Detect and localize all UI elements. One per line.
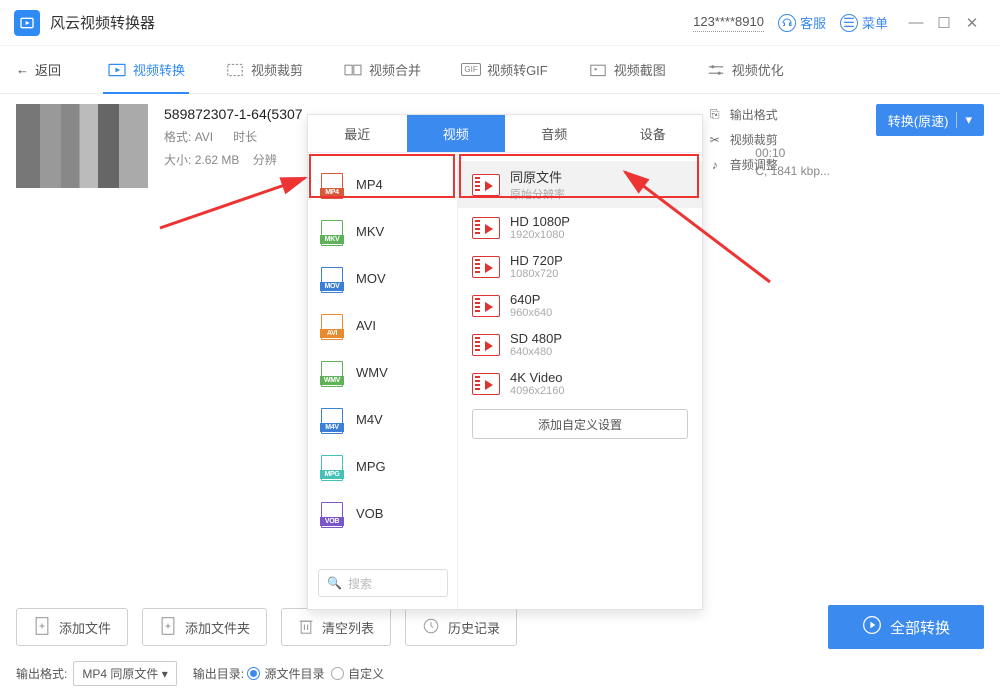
support-link[interactable]: 客服 <box>778 13 826 32</box>
app-title: 风云视频转换器 <box>50 12 155 33</box>
radio-custom-dir[interactable] <box>331 667 344 680</box>
video-file-icon <box>472 334 500 356</box>
format-item-mkv[interactable]: MKVMKV <box>308 208 457 255</box>
menu-link[interactable]: ☰ 菜单 <box>840 13 888 32</box>
play-circle-icon <box>862 615 882 639</box>
chevron-down-icon: ▾ <box>162 667 168 681</box>
video-file-icon <box>472 295 500 317</box>
output-format-link[interactable]: ⎘输出格式 <box>706 106 866 123</box>
format-list: MP4MP4MKVMKVMOVMOVAVIAVIWMVWMVM4VM4VMPGM… <box>308 153 458 609</box>
tab-gif[interactable]: GIF视频转GIF <box>461 46 548 94</box>
popup-tab-device[interactable]: 设备 <box>604 115 703 152</box>
popup-tab-audio[interactable]: 音频 <box>505 115 604 152</box>
tab-merge[interactable]: 视频合并 <box>343 46 421 94</box>
popup-tab-recent[interactable]: 最近 <box>308 115 407 152</box>
maximize-button[interactable]: ☐ <box>930 9 958 37</box>
resolution-item-1[interactable]: HD 1080P1920x1080 <box>458 208 702 247</box>
add-folder-button[interactable]: 添加文件夹 <box>142 608 267 646</box>
file-plus-icon <box>33 616 51 639</box>
file-extra-info: 00:10 C, 1841 kbp... <box>755 146 830 182</box>
file-meta: 589872307-1-64(5307 格式: AVI 时长 大小: 2.62 … <box>164 104 314 168</box>
format-item-mov[interactable]: MOVMOV <box>308 255 457 302</box>
tab-convert[interactable]: 视频转换 <box>107 46 185 94</box>
video-file-icon <box>472 373 500 395</box>
clock-icon <box>422 617 440 638</box>
resolution-item-5[interactable]: 4K Video4096x2160 <box>458 364 702 403</box>
footer: 添加文件 添加文件夹 清空列表 历史记录 全部转换 输出格式: MP4 同原文件… <box>0 595 1000 700</box>
trash-icon <box>298 617 314 638</box>
crop-icon <box>225 62 245 78</box>
history-button[interactable]: 历史记录 <box>405 608 517 646</box>
resolution-item-2[interactable]: HD 720P1080x720 <box>458 247 702 286</box>
format-popup: 最近 视频 音频 设备 MP4MP4MKVMKVMOVMOVAVIAVIWMVW… <box>307 114 703 610</box>
sliders-icon <box>706 62 726 78</box>
search-icon: 🔍 <box>327 576 342 590</box>
back-button[interactable]: ← 返回 <box>16 60 61 79</box>
output-settings-row: 输出格式: MP4 同原文件 ▾ 输出目录: 源文件目录 自定义 <box>16 661 984 686</box>
file-m4v-icon: M4V <box>320 406 344 434</box>
resolution-item-0[interactable]: 同原文件原始分辨率 <box>458 161 702 208</box>
popup-tab-video[interactable]: 视频 <box>407 115 506 152</box>
file-name: 589872307-1-64(5307 <box>164 106 314 122</box>
format-item-m4v[interactable]: M4VM4V <box>308 396 457 443</box>
convert-all-button[interactable]: 全部转换 <box>828 605 984 649</box>
file-mov-icon: MOV <box>320 265 344 293</box>
clear-list-button[interactable]: 清空列表 <box>281 608 391 646</box>
tab-optimize[interactable]: 视频优化 <box>706 46 784 94</box>
chevron-down-icon[interactable]: ▾ <box>956 112 972 128</box>
output-format-select[interactable]: MP4 同原文件 ▾ <box>73 661 176 686</box>
headset-icon <box>778 14 796 32</box>
account-number[interactable]: 123****8910 <box>693 14 764 32</box>
resolution-list: 同原文件原始分辨率HD 1080P1920x1080HD 720P1080x72… <box>458 153 702 609</box>
merge-icon <box>343 62 363 78</box>
nav-bar: ← 返回 视频转换 视频裁剪 视频合并 GIF视频转GIF 视频截图 视频优化 <box>0 46 1000 94</box>
radio-source-dir[interactable] <box>247 667 260 680</box>
resolution-item-4[interactable]: SD 480P640x480 <box>458 325 702 364</box>
convert-icon <box>107 62 127 78</box>
title-bar: 风云视频转换器 123****8910 客服 ☰ 菜单 — ☐ ✕ <box>0 0 1000 46</box>
format-item-vob[interactable]: VOBVOB <box>308 490 457 537</box>
convert-button[interactable]: 转换(原速) ▾ <box>876 104 984 136</box>
add-custom-button[interactable]: 添加自定义设置 <box>472 409 688 439</box>
output-dir-label: 输出目录: <box>193 665 244 682</box>
resolution-item-3[interactable]: 640P960x640 <box>458 286 702 325</box>
screenshot-icon <box>588 62 608 78</box>
popup-tabs: 最近 视频 音频 设备 <box>308 115 702 153</box>
close-button[interactable]: ✕ <box>958 9 986 37</box>
format-item-mp4[interactable]: MP4MP4 <box>308 161 457 208</box>
file-mp4-icon: MP4 <box>320 171 344 199</box>
format-item-mpg[interactable]: MPGMPG <box>308 443 457 490</box>
minimize-button[interactable]: — <box>902 9 930 37</box>
scissors-icon: ✂ <box>706 133 724 147</box>
file-avi-icon: AVI <box>320 312 344 340</box>
arrow-left-icon: ← <box>16 62 29 77</box>
logo-icon <box>19 15 35 31</box>
tab-crop[interactable]: 视频裁剪 <box>225 46 303 94</box>
output-icon: ⎘ <box>706 107 724 122</box>
gif-icon: GIF <box>461 62 481 78</box>
video-file-icon <box>472 174 500 196</box>
format-item-avi[interactable]: AVIAVI <box>308 302 457 349</box>
add-file-button[interactable]: 添加文件 <box>16 608 128 646</box>
video-thumbnail <box>16 104 148 188</box>
video-file-icon <box>472 217 500 239</box>
file-mpg-icon: MPG <box>320 453 344 481</box>
file-vob-icon: VOB <box>320 500 344 528</box>
music-icon: ♪ <box>706 158 724 172</box>
format-search[interactable]: 🔍 搜索 <box>318 569 448 597</box>
app-logo <box>14 10 40 36</box>
search-placeholder: 搜索 <box>348 575 372 592</box>
file-wmv-icon: WMV <box>320 359 344 387</box>
menu-icon: ☰ <box>840 14 858 32</box>
tab-screenshot[interactable]: 视频截图 <box>588 46 666 94</box>
output-format-label: 输出格式: <box>16 665 67 682</box>
folder-plus-icon <box>159 616 177 639</box>
video-file-icon <box>472 256 500 278</box>
file-mkv-icon: MKV <box>320 218 344 246</box>
format-item-wmv[interactable]: WMVWMV <box>308 349 457 396</box>
